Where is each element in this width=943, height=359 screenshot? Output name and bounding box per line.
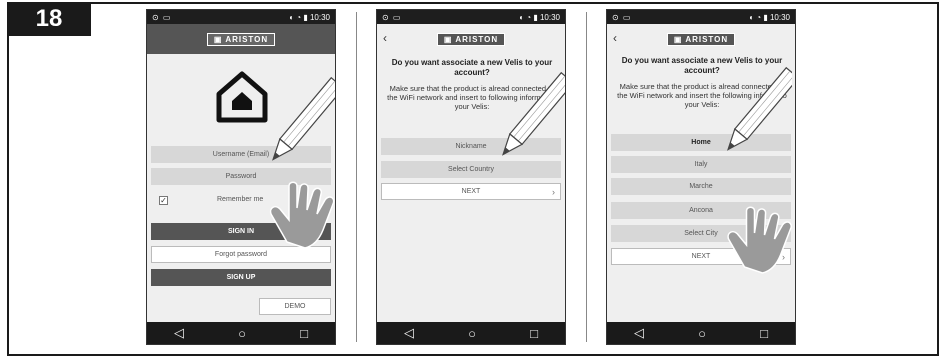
notification-icons: ⊙ ▭ xyxy=(612,12,632,22)
signin-button[interactable]: SIGN IN xyxy=(151,223,331,240)
app-header: ‹ ▣ ARISTON xyxy=(607,24,795,54)
divider xyxy=(356,12,357,342)
city-field[interactable]: Ancona xyxy=(611,202,791,219)
phone-associate-screen-empty: ⊙ ▭ ◐ ◔ ▮ 10:30 ‹ ▣ ARISTON Do you want … xyxy=(376,9,566,345)
back-chevron-icon[interactable]: ‹ xyxy=(613,31,617,45)
brand-name: ARISTON xyxy=(225,34,269,44)
nav-back-icon[interactable]: ◁ xyxy=(634,325,644,341)
ariston-logo: ▣ ARISTON xyxy=(206,32,276,46)
pencil-icon xyxy=(727,66,792,151)
remember-checkbox[interactable]: ✓ xyxy=(159,196,168,205)
pencil-icon xyxy=(502,71,565,156)
nav-back-icon[interactable]: ◁ xyxy=(404,325,414,341)
android-nav-bar: ◁ ○ □ xyxy=(377,322,565,344)
nav-home-icon[interactable]: ○ xyxy=(468,326,476,341)
status-time: 10:30 xyxy=(309,12,330,22)
nav-home-icon[interactable]: ○ xyxy=(238,326,246,341)
username-field[interactable]: Username (Email) xyxy=(151,146,331,163)
province-field[interactable]: Marche xyxy=(611,178,791,195)
android-nav-bar: ◁ ○ □ xyxy=(607,322,795,344)
brand-name: ARISTON xyxy=(685,34,729,44)
app-header: ‹ ▣ ARISTON xyxy=(377,24,565,54)
instruction-text: Make sure that the product is alread con… xyxy=(617,82,787,109)
status-time-wrap: ◐ ◔ ▮ 10:30 xyxy=(749,12,790,22)
nickname-field[interactable]: Home xyxy=(611,134,791,151)
signup-button[interactable]: SIGN UP xyxy=(151,269,331,286)
next-label: NEXT xyxy=(461,188,481,195)
app-header: ▣ ARISTON xyxy=(147,24,335,54)
password-field[interactable]: Password xyxy=(151,168,331,185)
brand-name: ARISTON xyxy=(455,34,499,44)
nav-recents-icon[interactable]: □ xyxy=(530,326,538,341)
forgot-password-link[interactable]: Forgot password xyxy=(151,246,331,263)
select-city-field[interactable]: Select City xyxy=(611,225,791,242)
back-chevron-icon[interactable]: ‹ xyxy=(383,31,387,45)
next-button[interactable]: NEXT › xyxy=(611,248,791,265)
select-country-field[interactable]: Select Country xyxy=(381,161,561,178)
phone-login-screen: ⊙ ▭ ◐ ◔ ▮ 10:30 ▣ ARISTON Username (Emai… xyxy=(146,9,336,345)
remember-label: Remember me xyxy=(217,196,264,203)
demo-button[interactable]: DEMO xyxy=(259,298,331,315)
pencil-icon xyxy=(272,76,335,161)
chevron-right-icon: › xyxy=(782,251,785,262)
country-field[interactable]: Italy xyxy=(611,156,791,173)
notification-icons: ⊙ ▭ xyxy=(152,12,172,22)
nav-back-icon[interactable]: ◁ xyxy=(174,325,184,341)
phone-associate-screen-filled: ⊙ ▭ ◐ ◔ ▮ 10:30 ‹ ▣ ARISTON Do you want … xyxy=(606,9,796,345)
home-icon xyxy=(216,71,268,123)
chevron-right-icon: › xyxy=(552,186,555,197)
status-time-wrap: ◐ ◔ ▮ 10:30 xyxy=(519,12,560,22)
nav-recents-icon[interactable]: □ xyxy=(760,326,768,341)
status-bar: ⊙ ▭ ◐ ◔ ▮ 10:30 xyxy=(147,10,335,24)
status-time: 10:30 xyxy=(539,12,560,22)
associate-question: Do you want associate a new Velis to you… xyxy=(621,56,783,75)
associate-question: Do you want associate a new Velis to you… xyxy=(391,58,553,77)
ariston-logo: ▣ ARISTON xyxy=(436,32,506,46)
next-label: NEXT xyxy=(691,253,711,260)
next-button[interactable]: NEXT › xyxy=(381,183,561,200)
status-time-wrap: ◐ ◔ ▮ 10:30 xyxy=(289,12,330,22)
android-nav-bar: ◁ ○ □ xyxy=(147,322,335,344)
instruction-text: Make sure that the product is alread con… xyxy=(387,84,557,111)
divider xyxy=(586,12,587,342)
nickname-field[interactable]: Nickname xyxy=(381,138,561,155)
nav-recents-icon[interactable]: □ xyxy=(300,326,308,341)
ariston-logo: ▣ ARISTON xyxy=(666,32,736,46)
notification-icons: ⊙ ▭ xyxy=(382,12,402,22)
status-time: 10:30 xyxy=(769,12,790,22)
status-bar: ⊙ ▭ ◐ ◔ ▮ 10:30 xyxy=(377,10,565,24)
step-number: 18 xyxy=(7,2,91,36)
status-bar: ⊙ ▭ ◐ ◔ ▮ 10:30 xyxy=(607,10,795,24)
nav-home-icon[interactable]: ○ xyxy=(698,326,706,341)
